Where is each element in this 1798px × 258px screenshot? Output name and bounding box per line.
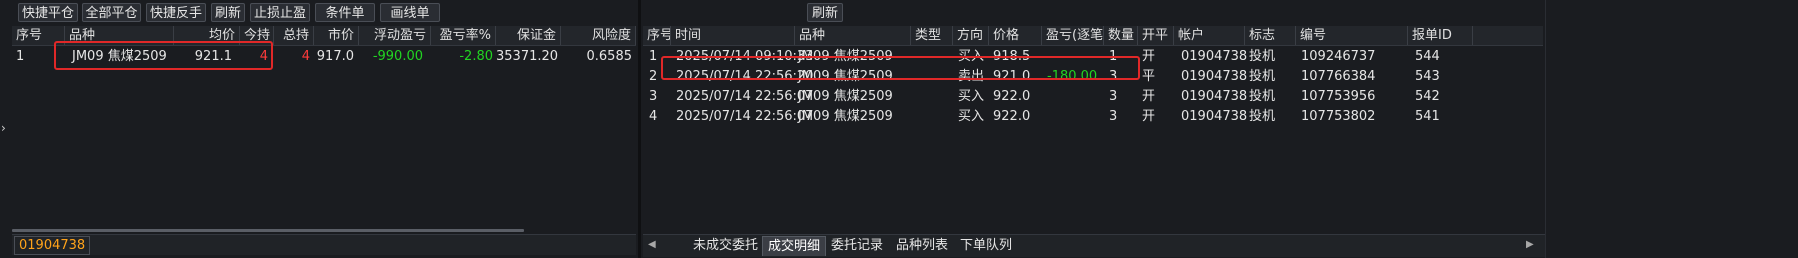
tab-scroll-right-icon[interactable]: ▶: [1526, 239, 1534, 250]
trade-price: 922.0: [993, 89, 1031, 104]
col-trade-time[interactable]: 时间: [671, 26, 795, 45]
col-pnl-rate[interactable]: 盈亏率%: [431, 26, 496, 45]
position-market-price: 917.0: [316, 49, 354, 64]
trade-account: 01904738: [1181, 69, 1248, 84]
trade-highlight-box: [661, 56, 1140, 80]
refresh-button[interactable]: 刷新: [211, 3, 245, 22]
trade-number: 107753956: [1301, 89, 1376, 104]
trade-order-id: 541: [1415, 109, 1440, 124]
col-trade-direction[interactable]: 方向: [953, 26, 989, 45]
trade-order-id: 543: [1415, 69, 1440, 84]
tab-unfilled-orders[interactable]: 未成交委托: [693, 237, 758, 255]
trade-time: 2025/07/14 22:56:07: [676, 89, 814, 104]
col-trade-number[interactable]: 编号: [1296, 26, 1408, 45]
trade-open-close: 开: [1142, 89, 1156, 104]
trade-time: 2025/07/14 22:56:07: [676, 109, 814, 124]
trade-order-id: 544: [1415, 49, 1440, 64]
quick-reverse-button[interactable]: 快捷反手: [146, 3, 206, 22]
horizontal-scrollbar[interactable]: [12, 229, 524, 232]
trade-row[interactable]: 3 2025/07/14 22:56:07 JM09 焦煤2509 买入 922…: [643, 87, 1543, 107]
col-trade-symbol[interactable]: 品种: [795, 26, 911, 45]
trades-header: 序号 时间 品种 类型 方向 价格 盈亏(逐笔) 数量 开平 帐户 标志 编号 …: [643, 26, 1543, 46]
tab-symbol-list[interactable]: 品种列表: [896, 237, 948, 255]
col-trade-flag[interactable]: 标志: [1245, 26, 1296, 45]
line-order-button[interactable]: 画线单: [380, 3, 440, 22]
trade-number: 109246737: [1301, 49, 1376, 64]
trade-qty: 3: [1109, 89, 1118, 104]
panel-divider: [638, 0, 641, 258]
position-total-hold: 4: [301, 49, 310, 64]
col-trade-pnl[interactable]: 盈亏(逐笔): [1042, 26, 1104, 45]
trade-open-close: 开: [1142, 49, 1156, 64]
trade-flag: 投机: [1249, 69, 1276, 84]
trade-flag: 投机: [1249, 49, 1276, 64]
col-float-pnl[interactable]: 浮动盈亏: [359, 26, 431, 45]
trade-direction: 买入: [958, 109, 985, 124]
left-status-bar: [12, 234, 636, 255]
conditional-order-button[interactable]: 条件单: [315, 3, 375, 22]
trade-row[interactable]: 4 2025/07/14 22:56:07 JM09 焦煤2509 买入 922…: [643, 107, 1543, 127]
col-trade-qty[interactable]: 数量: [1104, 26, 1138, 45]
trade-account: 01904738: [1181, 49, 1248, 64]
chevron-right-icon[interactable]: ›: [1, 121, 6, 135]
tab-trade-details[interactable]: 成交明细: [762, 236, 827, 256]
refresh-trades-button[interactable]: 刷新: [807, 3, 843, 22]
col-trade-open-close[interactable]: 开平: [1138, 26, 1174, 45]
col-total-hold[interactable]: 总持: [274, 26, 314, 45]
position-highlight-box: [54, 41, 273, 70]
trade-index: 3: [649, 89, 658, 104]
position-pnl-rate: -2.80: [459, 49, 493, 64]
quick-close-button[interactable]: 快捷平仓: [18, 3, 78, 22]
position-margin: 35371.20: [496, 49, 559, 64]
trade-qty: 3: [1109, 109, 1118, 124]
trade-flag: 投机: [1249, 109, 1276, 124]
col-trade-type[interactable]: 类型: [911, 26, 953, 45]
trade-index: 4: [649, 109, 658, 124]
trade-number: 107766384: [1301, 69, 1376, 84]
trade-symbol: JM09 焦煤2509: [798, 89, 893, 104]
trade-account: 01904738: [1181, 109, 1248, 124]
trade-open-close: 开: [1142, 109, 1156, 124]
position-index: 1: [16, 49, 25, 64]
trade-open-close: 平: [1142, 69, 1156, 84]
stop-loss-profit-button[interactable]: 止损止盈: [250, 3, 310, 22]
col-trade-price[interactable]: 价格: [989, 26, 1042, 45]
trade-price: 922.0: [993, 109, 1031, 124]
tab-scroll-left-icon[interactable]: ◀: [648, 239, 656, 250]
tab-order-records[interactable]: 委托记录: [831, 237, 883, 255]
col-risk[interactable]: 风险度: [561, 26, 636, 45]
trade-direction: 买入: [958, 89, 985, 104]
col-margin[interactable]: 保证金: [496, 26, 561, 45]
trade-index: 2: [649, 69, 658, 84]
col-trade-account[interactable]: 帐户: [1174, 26, 1245, 45]
trade-number: 107753802: [1301, 109, 1376, 124]
right-edge-panel: [1545, 0, 1798, 258]
col-trade-order-id[interactable]: 报单ID: [1408, 26, 1473, 45]
close-all-button[interactable]: 全部平仓: [82, 3, 141, 22]
position-risk: 0.6585: [586, 49, 633, 64]
trade-symbol: JM09 焦煤2509: [798, 109, 893, 124]
col-trade-index[interactable]: 序号: [643, 26, 671, 45]
trade-account: 01904738: [1181, 89, 1248, 104]
trade-index: 1: [649, 49, 658, 64]
trade-flag: 投机: [1249, 89, 1276, 104]
tab-order-queue[interactable]: 下单队列: [960, 237, 1012, 255]
trade-order-id: 542: [1415, 89, 1440, 104]
account-tag[interactable]: 01904738: [14, 236, 91, 255]
position-float-pnl: -990.00: [372, 49, 423, 64]
col-market-price[interactable]: 市价: [314, 26, 359, 45]
